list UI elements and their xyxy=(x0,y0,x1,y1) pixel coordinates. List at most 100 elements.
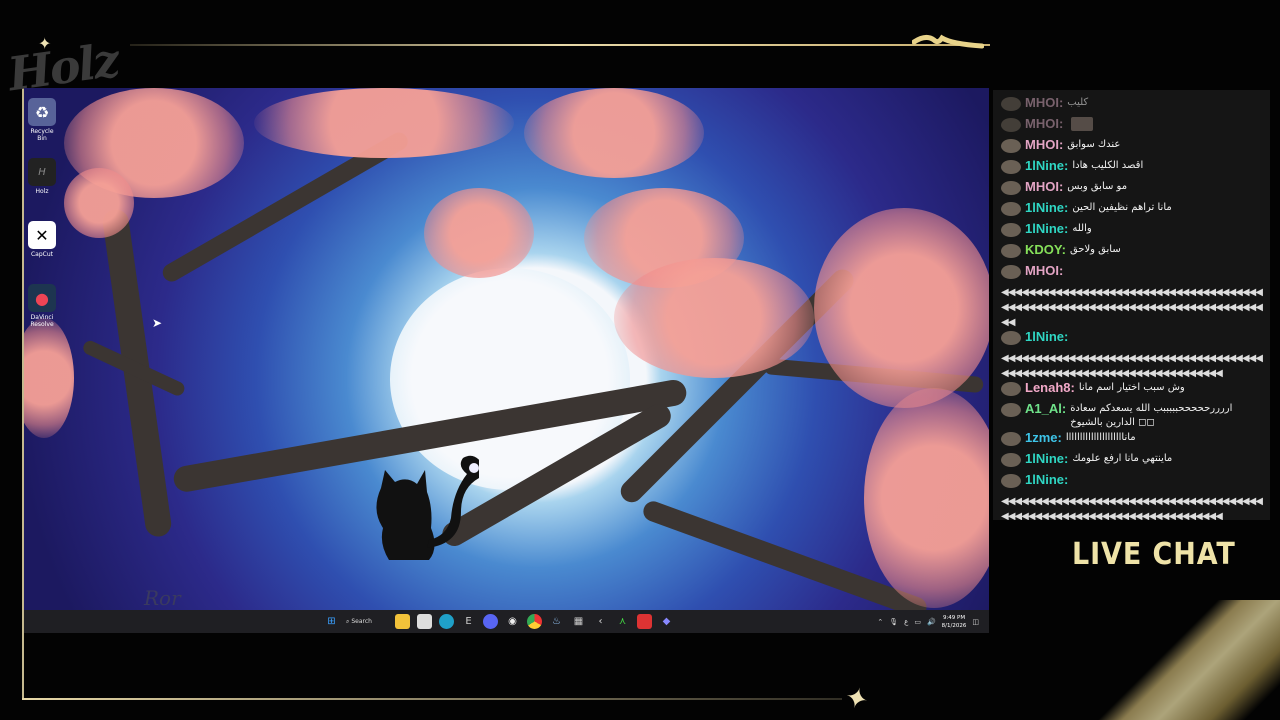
chat-emote-icon xyxy=(1071,117,1094,131)
chat-message: 1lNine: مانا تراهم نظيفين الحين xyxy=(1001,201,1262,221)
taskbar-search[interactable]: ⌕ Search xyxy=(346,614,388,629)
volume-icon[interactable]: 🔊 xyxy=(927,618,936,626)
chat-message-text: اررررحححححبببببب الله يسعدكم سعادة الدار… xyxy=(1070,403,1233,428)
user-avatar[interactable] xyxy=(1001,139,1021,153)
desktop-icon-davinci-resolve[interactable]: ● DaVinci Resolve xyxy=(26,284,58,328)
user-avatar[interactable] xyxy=(1001,382,1021,396)
user-avatar[interactable] xyxy=(1001,331,1021,345)
chat-username[interactable]: MHOI: xyxy=(1025,180,1063,194)
store-icon[interactable] xyxy=(417,614,432,629)
user-avatar[interactable] xyxy=(1001,202,1021,216)
system-tray: ⌃ 🎙 ع ▭ 🔊 9:49 PM 8/1/2026 ◫ xyxy=(877,610,979,633)
star-icon: ✦ xyxy=(841,679,873,718)
steam-icon[interactable]: ♨ xyxy=(549,614,564,629)
microphone-icon[interactable]: 🎙 xyxy=(889,618,898,626)
chat-message-continuation: ◀◀◀◀◀◀◀◀◀◀◀◀◀◀◀◀◀◀◀◀◀◀◀◀◀◀◀◀◀◀◀◀◀◀◀◀◀◀◀◀… xyxy=(1001,287,1263,328)
chat-message: Lenah8: وش سبب اختيار اسم مانا xyxy=(1001,381,1262,401)
language-indicator[interactable]: ع xyxy=(904,618,908,626)
user-avatar[interactable] xyxy=(1001,181,1021,195)
user-avatar[interactable] xyxy=(1001,97,1021,111)
desktop-icon-label: Recycle Bin xyxy=(30,128,54,142)
chat-message-text: عندك سوابق xyxy=(1067,139,1121,150)
edge-icon[interactable] xyxy=(439,614,454,629)
chat-message: 1zme: مانااااااااااااااااااااا xyxy=(1001,431,1262,451)
obs-icon[interactable]: ◉ xyxy=(505,614,520,629)
chat-message-text: مانااااااااااااااااااااا xyxy=(1065,432,1136,443)
user-avatar[interactable] xyxy=(1001,432,1021,446)
desktop-icon-recycle-bin[interactable]: ♻ Recycle Bin xyxy=(26,98,58,142)
chat-message-text: والله xyxy=(1072,223,1092,234)
red-app-icon[interactable] xyxy=(637,614,652,629)
desktop-screen: ♻ Recycle Bin H Holz ✕ CapCut ● DaVinci … xyxy=(24,88,989,633)
chat-username[interactable]: 1zme: xyxy=(1025,431,1062,445)
user-avatar[interactable] xyxy=(1001,474,1021,488)
chat-username[interactable]: 1lNine: xyxy=(1025,201,1068,215)
user-avatar[interactable] xyxy=(1001,453,1021,467)
chat-username[interactable]: MHOI: xyxy=(1025,264,1063,278)
back-app-icon[interactable]: ‹ xyxy=(593,614,608,629)
desktop-icon-capcut[interactable]: ✕ CapCut xyxy=(26,221,58,258)
keyboard-icon[interactable]: ▦ xyxy=(571,614,586,629)
blossom-cluster xyxy=(524,88,704,178)
chat-username[interactable]: KDOY: xyxy=(1025,243,1066,257)
chat-username[interactable]: 1lNine: xyxy=(1025,159,1068,173)
discord-icon[interactable] xyxy=(483,614,498,629)
chat-username[interactable]: Lenah8: xyxy=(1025,381,1075,395)
live-chat-title: LIVE CHAT xyxy=(1072,537,1236,572)
taskbar: ⊞ ⌕ Search E ◉ ♨ ▦ ‹ ⋏ ◆ ⌃ 🎙 ع ▭ 🔊 9:49 … xyxy=(24,610,989,633)
chat-message: 1lNine: xyxy=(1001,473,1262,493)
recycle-bin-icon: ♻ xyxy=(28,98,56,126)
chevron-up-icon[interactable]: ⌃ xyxy=(877,618,883,626)
chrome-icon[interactable] xyxy=(527,614,542,629)
chat-username[interactable]: MHOI: xyxy=(1025,117,1063,131)
file-explorer-icon[interactable] xyxy=(395,614,410,629)
blossom-cluster xyxy=(424,188,534,278)
blossom-cluster xyxy=(24,318,74,438)
chat-message: 1lNine: اقصد الكليب هادا xyxy=(1001,159,1262,179)
user-avatar[interactable] xyxy=(1001,223,1021,237)
chat-message-text: ماينتهي مانا ارفع علومك xyxy=(1072,453,1173,464)
clock-date: 8/1/2026 xyxy=(941,622,967,629)
chat-username[interactable]: 1lNine: xyxy=(1025,452,1068,466)
holz-app-icon: H xyxy=(28,158,56,186)
chat-username[interactable]: 1lNine: xyxy=(1025,222,1068,236)
blue-app-icon[interactable]: ◆ xyxy=(659,614,674,629)
chat-username[interactable]: A1_Al: xyxy=(1025,402,1066,416)
blossom-cluster xyxy=(614,258,814,378)
user-avatar[interactable] xyxy=(1001,244,1021,258)
notification-icon[interactable]: ◫ xyxy=(972,618,979,626)
taskbar-clock[interactable]: 9:49 PM 8/1/2026 xyxy=(942,614,967,630)
chat-username[interactable]: MHOI: xyxy=(1025,138,1063,152)
davinci-resolve-icon: ● xyxy=(28,284,56,312)
app-a-icon[interactable]: ⋏ xyxy=(615,614,630,629)
desktop-icon-holz[interactable]: H Holz xyxy=(26,158,58,195)
frame-bottom-line xyxy=(22,698,842,700)
blossom-cluster xyxy=(64,168,134,238)
chat-username[interactable]: MHOI: xyxy=(1025,96,1063,110)
desktop-icon-label: Holz xyxy=(35,188,49,195)
search-label: Search xyxy=(351,618,372,625)
clock-time: 9:49 PM xyxy=(942,614,966,621)
cat-silhouette xyxy=(376,455,479,560)
wallpaper-signature: Ror xyxy=(144,586,181,610)
blossom-cluster xyxy=(254,88,514,158)
user-avatar[interactable] xyxy=(1001,118,1021,132)
user-avatar[interactable] xyxy=(1001,160,1021,174)
chat-username[interactable]: 1lNine: xyxy=(1025,330,1068,344)
chat-message: KDOY: سابق ولاحق xyxy=(1001,243,1262,263)
star-icon: ✦ xyxy=(38,34,52,53)
chat-message-text: وش سبب اختيار اسم مانا xyxy=(1078,382,1185,393)
windows-start-icon[interactable]: ⊞ xyxy=(324,614,339,629)
desktop-icon-label: DaVinci Resolve xyxy=(30,314,54,328)
frame-top-line xyxy=(130,44,990,46)
gold-brush-decoration xyxy=(1050,600,1280,720)
chat-username[interactable]: 1lNine: xyxy=(1025,473,1068,487)
gold-swoosh-icon xyxy=(912,34,984,49)
network-icon[interactable]: ▭ xyxy=(914,618,921,626)
chat-message-text: كليب xyxy=(1067,97,1089,108)
chat-message: MHOI: xyxy=(1001,264,1262,284)
user-avatar[interactable] xyxy=(1001,403,1021,417)
user-avatar[interactable] xyxy=(1001,265,1021,279)
epic-games-icon[interactable]: E xyxy=(461,614,476,629)
chat-message: 1lNine: ماينتهي مانا ارفع علومك xyxy=(1001,452,1262,472)
